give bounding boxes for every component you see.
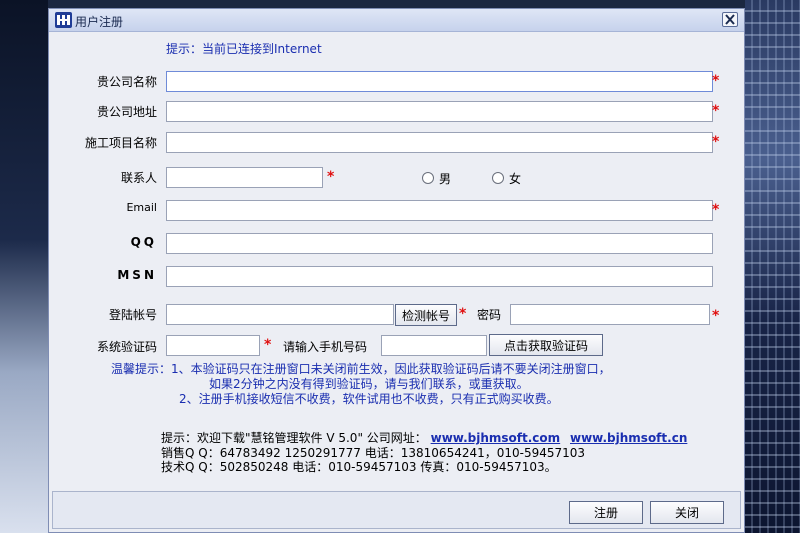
required-mark: * [712,202,720,218]
contact-input[interactable] [166,167,323,188]
company-address-input[interactable] [166,101,713,122]
check-account-button[interactable]: 检测帐号 [395,304,457,326]
system-code-input[interactable] [166,335,260,356]
background-left [0,0,48,533]
qq-label: QQ [130,235,157,249]
required-mark: * [264,337,272,353]
required-mark: * [459,306,467,322]
connection-hint: 提示：当前已连接到Internet [166,42,322,56]
contact-label: 联系人 [120,171,157,185]
password-input[interactable] [510,304,710,325]
gender-male-radio[interactable] [422,172,434,184]
download-prefix: 提示：欢迎下载"慧铭管理软件 V 5.0" 公司网址： [161,431,427,445]
close-window-button[interactable] [722,12,738,27]
close-button[interactable]: 关闭 [650,501,724,524]
get-code-button[interactable]: 点击获取验证码 [489,334,603,356]
register-dialog: 用户注册 提示：当前已连接到Internet 贵公司名称 * 贵公司地址 * 施… [48,8,745,533]
gender-male-label: 男 [439,172,452,186]
company-name-label: 贵公司名称 [96,75,157,89]
background-right [745,0,800,533]
required-mark: * [712,308,720,324]
required-mark: * [712,103,720,119]
gender-female-radio[interactable] [492,172,504,184]
register-button[interactable]: 注册 [569,501,643,524]
login-account-label: 登陆帐号 [108,308,157,322]
title-bar[interactable]: 用户注册 [49,9,744,32]
phone-input[interactable] [381,335,487,356]
required-mark: * [327,169,335,185]
project-name-input[interactable] [166,132,713,153]
button-bar: 注册 关闭 [52,491,741,529]
app-logo-icon [55,12,72,28]
system-code-label: 系统验证码 [96,340,157,354]
email-label: Email [126,201,157,214]
site-link-cn[interactable]: www.bjhmsoft.cn [570,431,687,445]
project-name-label: 施工项目名称 [84,136,157,150]
msn-input[interactable] [166,266,713,287]
gender-female-label: 女 [509,172,522,186]
site-link-com[interactable]: www.bjhmsoft.com [431,431,561,445]
tech-info: 技术Q Q：502850248 电话：010-59457103 传真：010-5… [161,460,557,474]
phone-label: 请输入手机号码 [283,340,368,354]
login-account-input[interactable] [166,304,394,325]
qq-input[interactable] [166,233,713,254]
window-title: 用户注册 [75,15,124,29]
msn-label: MSN [117,268,157,282]
note-line-3: 2、注册手机接收短信不收费，软件试用也不收费，只有正式购买收费。 [179,392,559,406]
company-address-label: 贵公司地址 [96,105,157,119]
password-label: 密码 [477,308,502,322]
company-name-input[interactable] [166,71,713,92]
close-icon [725,14,735,25]
email-input[interactable] [166,200,713,221]
required-mark: * [712,134,720,150]
required-mark: * [712,73,720,89]
